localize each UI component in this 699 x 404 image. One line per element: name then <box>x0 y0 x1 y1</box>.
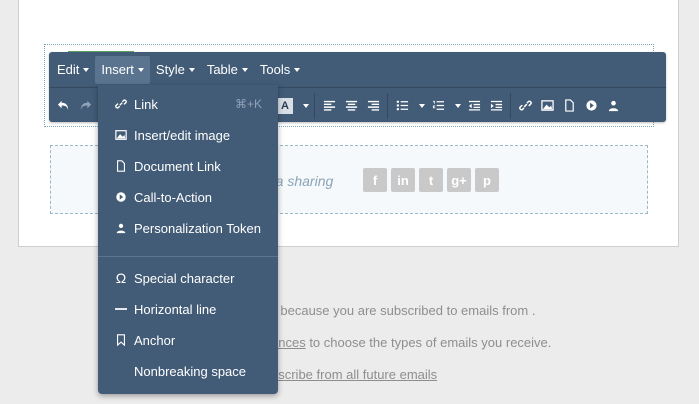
insert-special-character-label: Special character <box>134 270 235 286</box>
align-left-icon <box>323 100 335 111</box>
horizontal-line-icon <box>114 302 128 316</box>
pinterest-icon[interactable]: p <box>475 168 499 192</box>
menu-style-label: Style <box>155 61 185 77</box>
cta-icon <box>114 190 128 204</box>
insert-link-label: Link <box>134 96 158 112</box>
person-icon <box>608 100 618 112</box>
chevron-down-icon <box>419 103 425 108</box>
chevron-down-icon <box>455 103 461 108</box>
social-icons: f in t g+ p <box>363 168 499 192</box>
document-button[interactable] <box>558 95 580 117</box>
shortcut-label: ⌘+K <box>234 97 262 111</box>
insert-anchor-label: Anchor <box>134 332 176 348</box>
facebook-icon[interactable]: f <box>363 168 387 192</box>
chevron-down-icon <box>303 103 309 108</box>
google-plus-icon[interactable]: g+ <box>447 168 471 192</box>
insert-cta-label: Call-to-Action <box>134 189 213 205</box>
link-icon <box>114 97 128 111</box>
bullet-list-icon <box>396 100 408 111</box>
menu-table-label: Table <box>206 61 238 77</box>
image-icon <box>540 100 554 111</box>
unsubscribe-link[interactable]: bscribe from all future emails <box>271 367 437 382</box>
menu-tools[interactable]: Tools <box>254 56 306 84</box>
insert-special-character-item[interactable]: Ω Special character <box>98 263 278 293</box>
align-left-button[interactable] <box>318 95 340 117</box>
insert-document-link-item[interactable]: Document Link <box>98 151 278 181</box>
insert-horizontal-line-item[interactable]: Horizontal line <box>98 294 278 324</box>
insert-cta-item[interactable]: Call-to-Action <box>98 182 278 212</box>
menu-table[interactable]: Table <box>201 56 254 84</box>
insert-personalization-token-label: Personalization Token <box>134 220 261 236</box>
numbered-list-button[interactable] <box>427 95 449 117</box>
preferences-text: to choose the types of emails you receiv… <box>305 335 552 350</box>
menu-divider <box>98 256 278 257</box>
link-button[interactable] <box>514 95 536 117</box>
chevron-down-icon <box>137 67 144 72</box>
cta-icon <box>585 100 597 111</box>
history-group <box>49 92 100 119</box>
align-right-icon <box>367 100 379 111</box>
omega-icon: Ω <box>115 270 127 286</box>
font-color-button[interactable]: A <box>277 97 293 114</box>
subscription-notice: il because you are subscribed to emails … <box>271 303 536 318</box>
align-group <box>315 92 388 119</box>
numbered-list-icon <box>432 100 444 110</box>
bookmark-icon <box>114 333 128 347</box>
twitter-icon[interactable]: t <box>419 168 443 192</box>
insert-horizontal-line-label: Horizontal line <box>134 301 217 317</box>
insert-anchor-item[interactable]: Anchor <box>98 325 278 355</box>
menu-style[interactable]: Style <box>150 56 201 84</box>
outdent-icon <box>468 100 480 111</box>
menu-tools-label: Tools <box>259 61 291 77</box>
menu-edit[interactable]: Edit <box>51 56 95 84</box>
redo-icon <box>80 100 91 111</box>
insert-nonbreaking-space-label: Nonbreaking space <box>134 363 247 379</box>
outdent-button[interactable] <box>463 95 485 117</box>
document-icon <box>114 159 128 173</box>
insert-nonbreaking-space-item[interactable]: Nonbreaking space <box>98 356 278 386</box>
insert-document-link-label: Document Link <box>134 158 221 174</box>
numbered-list-dropdown[interactable] <box>449 95 463 117</box>
preferences-line: ences to choose the types of emails you … <box>271 335 551 350</box>
bullet-list-button[interactable] <box>391 95 413 117</box>
menu-insert[interactable]: Insert <box>95 55 150 84</box>
undo-icon <box>57 100 68 111</box>
align-right-button[interactable] <box>362 95 384 117</box>
chevron-down-icon <box>188 67 195 72</box>
unsubscribe-line: bscribe from all future emails <box>271 367 437 382</box>
indent-button[interactable] <box>485 95 507 117</box>
linkedin-icon[interactable]: in <box>391 168 415 192</box>
insert-dropdown-menu: Link ⌘+K Insert/edit image Document Link… <box>98 85 278 394</box>
list-group <box>388 92 511 119</box>
align-center-icon <box>345 100 357 111</box>
image-icon <box>114 128 128 142</box>
insert-personalization-token-item[interactable]: Personalization Token <box>98 213 278 243</box>
personalization-button[interactable] <box>602 95 624 117</box>
font-color-dropdown[interactable] <box>297 95 311 117</box>
chevron-down-icon <box>241 67 248 72</box>
insert-link-item[interactable]: Link ⌘+K <box>98 89 278 119</box>
align-center-button[interactable] <box>340 95 362 117</box>
redo-button[interactable] <box>74 95 96 117</box>
document-icon <box>564 99 574 112</box>
insert-image-label: Insert/edit image <box>134 127 231 143</box>
chevron-down-icon <box>294 67 301 72</box>
undo-button[interactable] <box>52 95 74 117</box>
chevron-down-icon <box>83 67 90 72</box>
link-icon <box>518 100 532 111</box>
person-icon <box>114 221 128 235</box>
menubar: Edit Insert Style Table Tools <box>49 52 666 88</box>
menu-insert-label: Insert <box>101 61 134 77</box>
image-button[interactable] <box>536 95 558 117</box>
insert-group <box>511 93 627 119</box>
insert-image-item[interactable]: Insert/edit image <box>98 120 278 150</box>
indent-icon <box>490 100 502 111</box>
menu-edit-label: Edit <box>57 61 80 77</box>
bullet-list-dropdown[interactable] <box>413 95 427 117</box>
cta-button[interactable] <box>580 95 602 117</box>
